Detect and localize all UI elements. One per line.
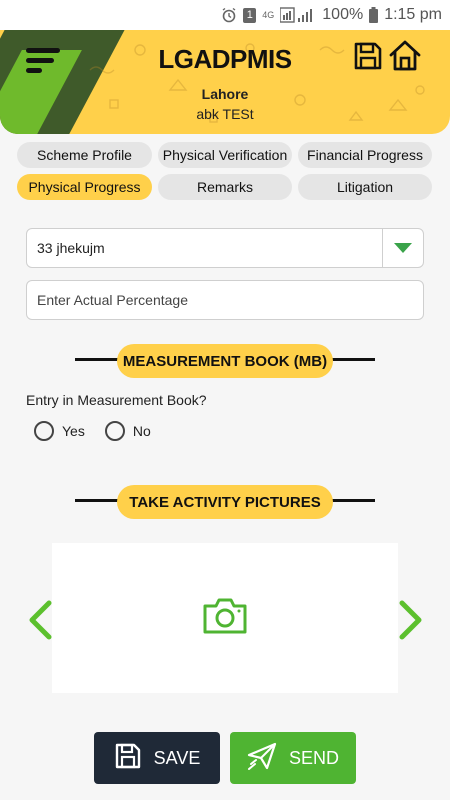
radio-yes[interactable] (34, 421, 54, 441)
radio-yes-label: Yes (62, 423, 85, 439)
send-button[interactable]: SEND (230, 732, 356, 784)
chevron-right-icon[interactable] (398, 600, 424, 640)
district-name: Lahore (201, 86, 249, 102)
save-button[interactable]: SAVE (94, 732, 220, 784)
activity-pictures-heading: TAKE ACTIVITY PICTURES (117, 485, 333, 519)
network-4g-label: 4G (262, 10, 275, 20)
tab-financial-progress[interactable]: Financial Progress (298, 142, 432, 168)
chevron-left-icon[interactable] (27, 600, 53, 640)
signal-icon (280, 7, 316, 23)
measurement-book-heading: MEASUREMENT BOOK (MB) (117, 344, 333, 378)
send-button-label: SEND (288, 747, 339, 768)
scheme-name: abk TESt (196, 106, 254, 122)
item-select-value: 33 jhekujm (37, 240, 105, 256)
measurement-book-question: Entry in Measurement Book? (26, 392, 207, 408)
save-button-label: SAVE (153, 747, 201, 768)
chevron-down-icon[interactable] (382, 229, 423, 267)
tab-scheme-profile[interactable]: Scheme Profile (17, 142, 152, 168)
tab-physical-progress[interactable]: Physical Progress (17, 174, 152, 200)
battery-percent: 100% (322, 6, 364, 23)
item-select[interactable]: 33 jhekujm (26, 228, 424, 268)
alarm-icon (221, 7, 237, 23)
battery-icon (369, 7, 379, 23)
photo-capture-area[interactable] (52, 543, 398, 693)
actual-percentage-input[interactable] (26, 280, 424, 320)
paper-plane-icon (247, 742, 277, 775)
tab-litigation[interactable]: Litigation (298, 174, 432, 200)
tab-physical-verification[interactable]: Physical Verification (158, 142, 292, 168)
save-icon (114, 742, 142, 775)
clock: 1:15 pm (384, 6, 442, 23)
camera-icon[interactable] (202, 597, 248, 640)
sim-icon: 1 (243, 7, 257, 23)
tab-remarks[interactable]: Remarks (158, 174, 292, 200)
measurement-book-options: Yes No (34, 421, 151, 441)
save-icon[interactable] (352, 40, 384, 72)
status-bar: 1 4G 100% 1:15 pm (0, 0, 450, 30)
app-header: LGADPMIS Lahore abk TESt (0, 30, 450, 134)
home-icon[interactable] (388, 38, 422, 72)
radio-no-label: No (132, 423, 151, 439)
radio-no[interactable] (104, 421, 125, 441)
tab-bar: Scheme Profile Physical Verification Fin… (0, 142, 450, 204)
